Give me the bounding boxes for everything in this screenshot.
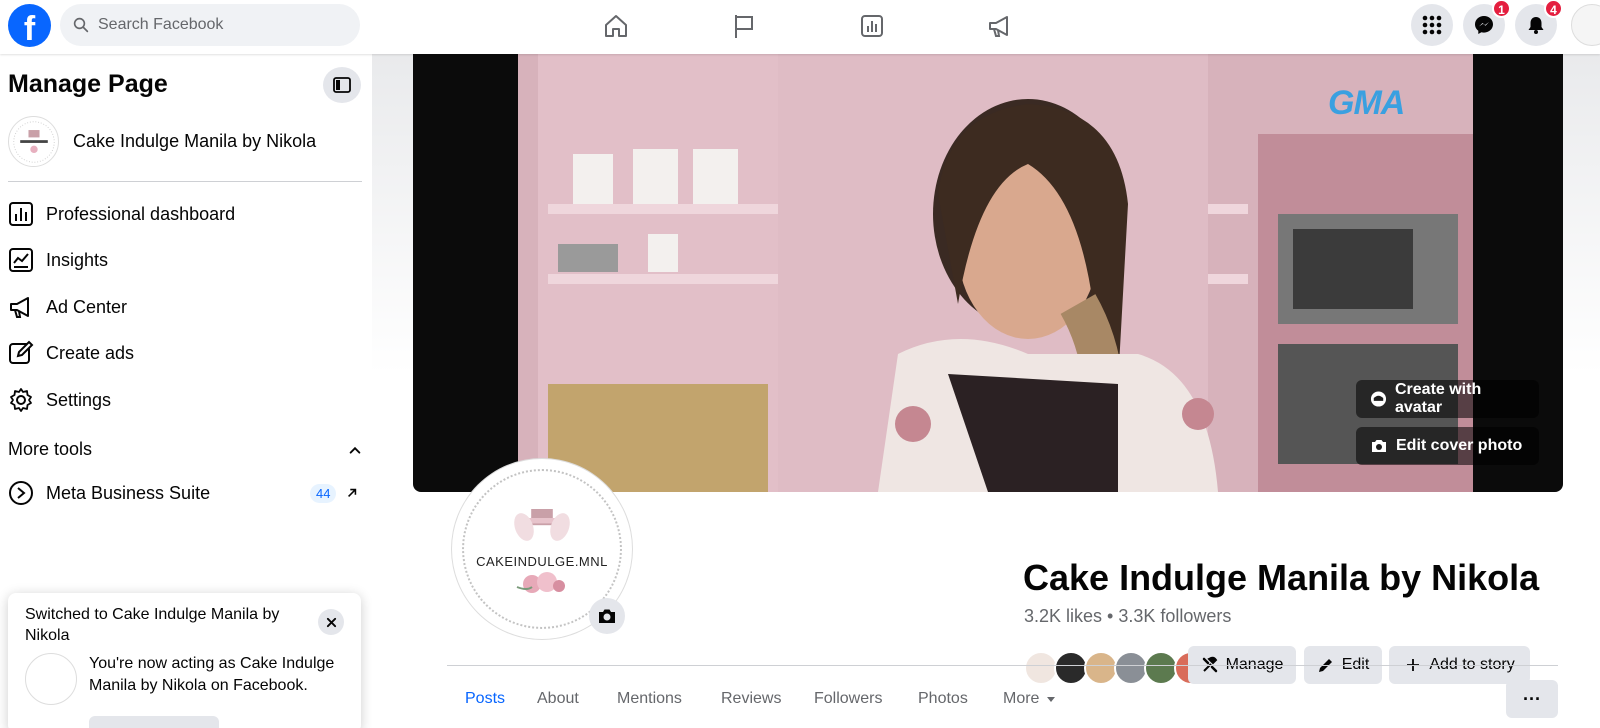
edit-cover-photo-button[interactable]: Edit cover photo (1356, 427, 1539, 465)
sidebar-item-label: Professional dashboard (46, 203, 236, 224)
grid-menu-icon (1422, 15, 1442, 35)
flag-icon (735, 15, 753, 38)
create-with-avatar-button[interactable]: Create with avatar (1356, 380, 1539, 418)
more-options-button[interactable]: ··· (1506, 680, 1558, 718)
camera-icon (1372, 440, 1386, 452)
more-tools-header[interactable]: More tools (8, 439, 362, 460)
pages-nav[interactable] (714, 6, 774, 46)
insights-icon (9, 248, 33, 272)
sidebar-toggle-icon (333, 77, 351, 93)
create-with-avatar-label: Create with avatar (1394, 381, 1482, 416)
sidebar-item-label: Meta Business Suite (46, 482, 211, 503)
profile-logo-text: CAKEINDULGE.MNL (476, 553, 608, 569)
close-icon (326, 617, 336, 627)
toast-title: Switched to Cake Indulge Manila by Nikol… (25, 606, 280, 644)
dashboard-nav[interactable] (842, 6, 902, 46)
messenger-badge: 1 (1492, 0, 1511, 18)
home-icon (605, 15, 627, 37)
meta-count-badge: 44 (310, 483, 337, 503)
tab-more[interactable]: More (1003, 690, 1057, 708)
page-title: Cake Indulge Manila by Nikola (1023, 557, 1540, 598)
ad-center-nav[interactable] (970, 6, 1030, 46)
bar-chart-icon (861, 15, 883, 37)
more-tools-label: More tools (8, 439, 93, 459)
menu-button[interactable] (1411, 4, 1453, 46)
meta-business-suite-icon (9, 481, 33, 505)
tab-reviews[interactable]: Reviews (721, 690, 781, 708)
cake-logo-icon (12, 120, 55, 163)
follower-avatar[interactable] (1024, 651, 1058, 685)
sidebar-item-label: Insights (46, 249, 109, 270)
sidebar-title: Manage Page (8, 70, 168, 98)
tab-followers[interactable]: Followers (814, 690, 882, 708)
follower-avatar[interactable] (1114, 651, 1148, 685)
gear-icon (10, 388, 32, 412)
pencil-icon (9, 340, 34, 364)
tab-photos[interactable]: Photos (918, 690, 968, 708)
tab-posts[interactable]: Posts (465, 690, 505, 708)
sidebar-item-label: Ad Center (46, 296, 128, 317)
sidebar-item-label: Create ads (46, 342, 135, 363)
collapse-sidebar-button[interactable] (323, 67, 361, 103)
toast-action-button[interactable] (89, 716, 219, 728)
gma-watermark: GMA (1328, 84, 1405, 122)
switch-page-toast: Switched to Cake Indulge Manila by Nikol… (8, 593, 361, 728)
follower-avatar[interactable] (1144, 651, 1178, 685)
search-icon (73, 17, 89, 33)
messenger-icon (1475, 16, 1493, 34)
toast-message: You're now acting as Cake Indulge Manila… (89, 655, 335, 694)
page-stats[interactable]: 3.2K likes • 3.3K followers (1024, 606, 1231, 627)
tabs-divider (447, 665, 1558, 666)
chevron-up-icon (349, 446, 361, 454)
bell-icon (1528, 17, 1544, 34)
sidebar-divider (8, 181, 362, 182)
facebook-logo[interactable]: f (8, 4, 51, 47)
caret-down-icon (1047, 697, 1056, 702)
search-bar[interactable] (60, 4, 360, 46)
cover-image: GMA (518, 54, 1473, 492)
cake-logo-icon (514, 508, 570, 541)
sidebar-item-insights[interactable]: Insights (8, 240, 362, 280)
toast-page-avatar (25, 653, 77, 705)
notifications-badge: 4 (1544, 0, 1563, 18)
account-avatar[interactable] (1571, 4, 1600, 46)
toast-close-button[interactable] (318, 609, 344, 635)
sidebar-item-create-ads[interactable]: Create ads (8, 333, 362, 373)
sidebar-item-professional-dashboard[interactable]: Professional dashboard (8, 194, 362, 234)
sidebar-item-ad-center[interactable]: Ad Center (8, 287, 362, 327)
search-input[interactable] (98, 16, 338, 34)
camera-icon (599, 609, 615, 623)
sidebar-item-settings[interactable]: Settings (8, 380, 362, 420)
current-page-row[interactable]: Cake Indulge Manila by Nikola (8, 116, 316, 167)
top-navigation-bar: f 1 4 (0, 0, 1600, 54)
sidebar-item-meta-business-suite[interactable]: Meta Business Suite 44 (8, 473, 362, 513)
page-name: Cake Indulge Manila by Nikola (73, 131, 317, 151)
external-link-icon (348, 488, 357, 497)
cover-photo: GMA Create with avatar Edit cover photo (413, 54, 1563, 492)
tab-more-label: More (1003, 690, 1040, 707)
megaphone-icon (989, 16, 1008, 37)
sidebar-item-label: Settings (46, 389, 112, 410)
avatar-icon (1370, 391, 1387, 407)
follower-avatar[interactable] (1084, 651, 1118, 685)
home-nav[interactable] (586, 6, 646, 46)
megaphone-icon (10, 297, 29, 318)
messenger-button[interactable]: 1 (1463, 0, 1511, 46)
edit-cover-photo-label: Edit cover photo (1396, 437, 1523, 454)
page-avatar (8, 116, 59, 167)
dashboard-icon (9, 202, 33, 226)
update-profile-picture-button[interactable] (589, 598, 625, 634)
flower-decoration-icon (516, 571, 565, 593)
tab-about[interactable]: About (537, 690, 579, 708)
follower-avatar[interactable] (1054, 651, 1088, 685)
tab-mentions[interactable]: Mentions (617, 690, 682, 708)
notifications-button[interactable]: 4 (1515, 0, 1563, 46)
page-main: GMA Create with avatar Edit cover photo … (372, 54, 1600, 728)
